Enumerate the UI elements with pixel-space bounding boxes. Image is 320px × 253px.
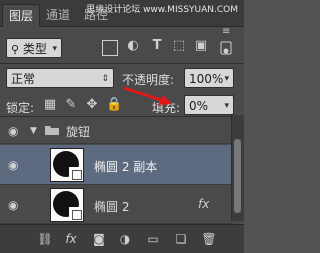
blend-mode-value: 正常	[11, 72, 36, 86]
tab-layers[interactable]: 图层	[2, 4, 41, 27]
filter-smart-object-icon[interactable]: ▣	[192, 38, 210, 53]
chevron-down-icon: ▾	[224, 74, 229, 84]
blend-mode-dropdown[interactable]: 正常 ⇕	[6, 68, 114, 88]
trash-icon[interactable]: 🗑	[200, 231, 218, 247]
filter-type-label: 类型	[22, 42, 47, 56]
mask-icon[interactable]: ◙	[90, 231, 108, 247]
lock-label: 锁定:	[6, 101, 35, 115]
layer-thumbnail	[50, 148, 84, 182]
layer-group-row[interactable]: ◉ ▼ 旋钮	[0, 117, 232, 144]
filter-adjustment-icon[interactable]: ◐	[124, 38, 142, 53]
fill-field[interactable]: 0% ▾	[184, 95, 234, 115]
disclosure-triangle-icon[interactable]: ▼	[30, 126, 37, 136]
scrollbar-thumb[interactable]	[234, 139, 241, 213]
eye-icon[interactable]: ◉	[8, 159, 22, 171]
divider	[0, 63, 244, 64]
layer-row[interactable]: ◉ 椭圆 2 副本	[0, 145, 232, 185]
chevron-updown-icon: ⇕	[101, 74, 109, 84]
eye-icon[interactable]: ◉	[8, 125, 22, 137]
lock-image-icon[interactable]: ✎	[63, 97, 79, 112]
layer-fx-icon[interactable]: fx	[198, 197, 209, 211]
eye-icon[interactable]: ◉	[8, 199, 22, 211]
panel-bottom-bar: ⛓ fx ◙ ◑ ▭ ❏ 🗑	[0, 224, 244, 253]
opacity-value: 100%	[189, 72, 224, 86]
lock-position-icon[interactable]: ✥	[84, 97, 100, 112]
filter-toggle-icon[interactable]	[218, 40, 234, 56]
link-icon[interactable]: ⛓	[36, 231, 54, 247]
annotation-arrow	[123, 86, 172, 105]
toggle-switch-icon	[220, 41, 232, 55]
layer-name: 椭圆 2 副本	[94, 160, 158, 174]
folder-icon	[44, 124, 60, 136]
lock-transparent-icon[interactable]: ▦	[42, 97, 58, 112]
tab-channels[interactable]: 通道	[40, 4, 76, 26]
opacity-field[interactable]: 100% ▾	[184, 68, 234, 88]
filter-type-dropdown[interactable]: ⚲ 类型 ▾	[6, 38, 62, 58]
fill-value: 0%	[189, 99, 209, 113]
fx-icon[interactable]: fx	[62, 231, 80, 247]
new-layer-icon[interactable]: ❏	[172, 231, 190, 247]
filter-pixel-icon[interactable]	[102, 40, 118, 56]
panel-tab-bar: 图层 通道 路径 思缘设计论坛 www.MISSYUAN.COM	[0, 0, 244, 27]
layer-thumbnail	[50, 188, 84, 222]
group-name: 旋钮	[66, 125, 91, 139]
layer-row[interactable]: ◉ 椭圆 2 fx	[0, 186, 232, 224]
chevron-down-icon: ▾	[224, 101, 229, 111]
panel-menu-icon[interactable]: ≡	[222, 27, 236, 37]
new-group-icon[interactable]: ▭	[144, 231, 162, 247]
filter-shape-icon[interactable]: ⬚	[170, 38, 188, 53]
layer-name: 椭圆 2	[94, 200, 130, 214]
chevron-down-icon: ▾	[52, 44, 57, 54]
filter-type-icon[interactable]: T	[148, 38, 166, 53]
layers-panel: 图层 通道 路径 思缘设计论坛 www.MISSYUAN.COM ≡ ⚲ 类型 …	[0, 0, 244, 253]
layers-scrollbar[interactable]	[231, 115, 244, 221]
watermark-text: 思缘设计论坛 www.MISSYUAN.COM	[86, 5, 238, 15]
adjustment-icon[interactable]: ◑	[116, 231, 134, 247]
search-icon: ⚲	[11, 43, 20, 56]
